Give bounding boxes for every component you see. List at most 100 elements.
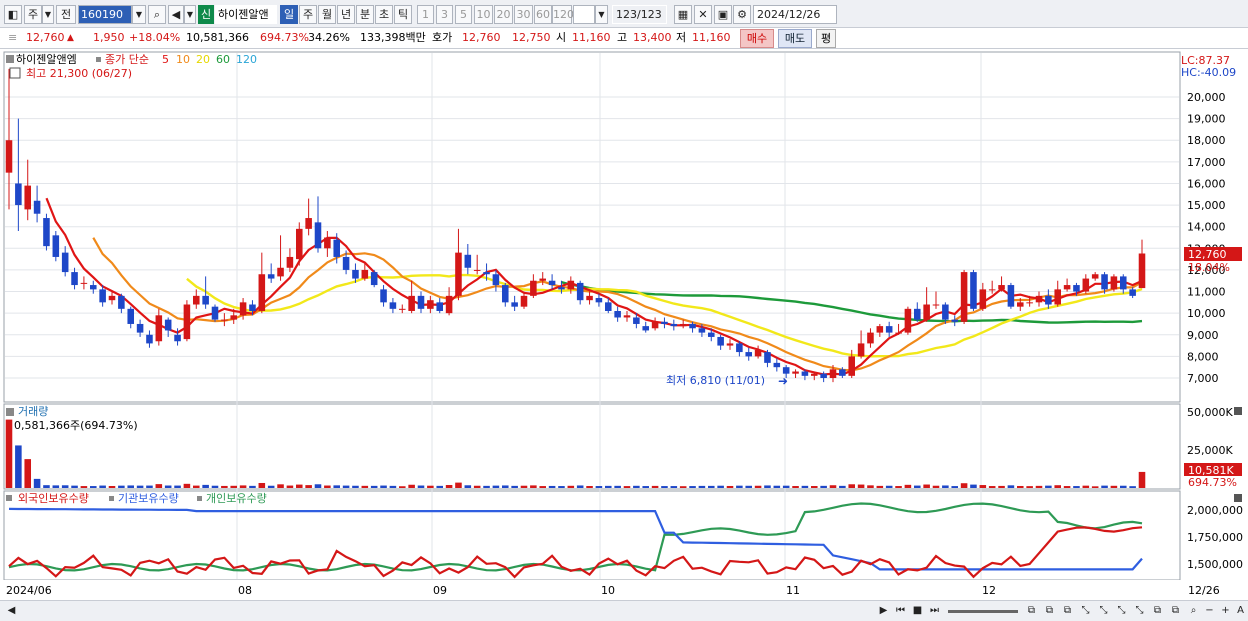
buy-button[interactable]: 매수	[740, 29, 774, 48]
fast-forward-icon[interactable]: ⏭	[927, 603, 942, 619]
tool-icon-8[interactable]: ⧉	[1150, 603, 1165, 619]
stop-icon[interactable]: ■	[910, 603, 925, 619]
crosshair-icon[interactable]: ✕	[694, 5, 712, 24]
candle-body	[717, 336, 724, 346]
holding-close-icon[interactable]	[1234, 494, 1242, 502]
code-dropdown-icon[interactable]: ▼	[132, 5, 146, 24]
plus-icon[interactable]: +	[1218, 603, 1233, 619]
panel-menu-icon[interactable]	[6, 55, 14, 63]
search-icon[interactable]: ⌕	[148, 5, 166, 24]
volume-bar	[314, 484, 322, 488]
candle-body	[127, 308, 135, 324]
tool-icon-2[interactable]: ⧉	[1042, 603, 1057, 619]
interval-1[interactable]: 1	[417, 5, 434, 24]
volume-bar	[230, 485, 238, 488]
legend-institution: 기관보유수량	[118, 492, 179, 505]
tool-icon-5[interactable]: ⤡	[1096, 603, 1111, 619]
layout-icon[interactable]: ◧	[4, 5, 22, 24]
volume-bar	[801, 485, 809, 488]
candle-body	[211, 306, 219, 320]
minus-icon[interactable]: −	[1202, 603, 1217, 619]
stock-code-input[interactable]: 160190	[78, 5, 132, 24]
date-input[interactable]: 2024/12/26	[753, 5, 837, 24]
tool-icon-9[interactable]: ⧉	[1168, 603, 1183, 619]
volume-bar	[745, 485, 753, 488]
candle-body	[530, 280, 537, 296]
period-day-tab[interactable]: 일	[280, 5, 298, 24]
legend-ma120: 120	[236, 53, 257, 66]
scope-select[interactable]: 전	[56, 5, 76, 24]
zoom-in-icon[interactable]: ⌕	[1186, 603, 1201, 619]
candle-body	[1054, 289, 1062, 305]
candle-body	[829, 369, 837, 378]
interval-60[interactable]: 60	[534, 5, 552, 24]
candle-body	[1110, 276, 1118, 290]
candle-body	[998, 285, 1005, 290]
font-icon[interactable]: A	[1233, 603, 1248, 619]
tool-icon-6[interactable]: ⤡	[1114, 603, 1129, 619]
candle-count[interactable]: 123/123	[612, 5, 667, 24]
holding-tick-1750000: 1,750,000	[1187, 531, 1243, 544]
tool-icon-1[interactable]: ⧉	[1024, 603, 1039, 619]
stock-chart[interactable]: 20,000 19,000 18,000 17,000 16,000 15,000 14,0…	[0, 50, 1248, 600]
calendar-icon[interactable]	[9, 67, 21, 79]
speaker-icon[interactable]: ◀	[168, 5, 184, 24]
interval-30[interactable]: 30	[514, 5, 533, 24]
volume-close-icon[interactable]	[1234, 407, 1242, 415]
volume-menu-icon[interactable]	[6, 408, 14, 416]
volume-bar	[1063, 486, 1071, 488]
period-second-tab[interactable]: 초	[375, 5, 393, 24]
candle-body	[801, 371, 809, 376]
current-volume-pct: 694.73%	[1188, 476, 1237, 489]
candle-body	[679, 323, 687, 327]
volume-bar	[221, 485, 228, 488]
interval-120[interactable]: 120	[552, 5, 574, 24]
candle-body	[118, 295, 125, 309]
candle-body	[857, 343, 865, 357]
tool-icon-7[interactable]: ⤡	[1132, 603, 1147, 619]
candle-body	[1007, 285, 1015, 307]
gear-icon[interactable]: ⚙	[733, 5, 751, 24]
legend-bullet-icon	[109, 496, 114, 501]
volume-bar	[895, 486, 902, 488]
save-icon[interactable]: ▣	[714, 5, 732, 24]
tool-icon-3[interactable]: ⧉	[1060, 603, 1075, 619]
period-minute-tab[interactable]: 분	[356, 5, 374, 24]
market-select[interactable]: 주	[24, 5, 42, 24]
interval-20[interactable]: 20	[494, 5, 513, 24]
scroll-right-icon[interactable]: ▶	[876, 603, 891, 619]
zoom-slider[interactable]	[948, 610, 1018, 613]
grid-icon[interactable]: ▦	[674, 5, 692, 24]
holding-menu-icon[interactable]	[6, 495, 12, 501]
speaker-dropdown-icon[interactable]: ▼	[184, 5, 196, 24]
period-week-tab[interactable]: 주	[299, 5, 317, 24]
interval-10[interactable]: 10	[474, 5, 493, 24]
market-dropdown-icon[interactable]: ▼	[42, 5, 54, 24]
period-tick-tab[interactable]: 틱	[394, 5, 412, 24]
candle-body	[848, 356, 856, 376]
candle-body	[876, 326, 884, 333]
custom-interval-input[interactable]	[573, 5, 595, 24]
volume-bar	[118, 485, 125, 488]
scroll-left-icon[interactable]: ◀	[4, 603, 19, 619]
rewind-icon[interactable]: ⏮	[893, 603, 908, 619]
interval-5[interactable]: 5	[455, 5, 472, 24]
average-button[interactable]: 평	[816, 29, 836, 48]
x-tick-label: 12	[982, 584, 996, 597]
interval-dropdown-icon[interactable]: ▼	[595, 5, 608, 24]
period-year-tab[interactable]: 년	[337, 5, 355, 24]
top-toolbar: ◧ 주 ▼ 전 160190 ▼ ⌕ ◀ ▼ 신 하이젠알앤 일 주 월 년 분…	[0, 0, 1248, 28]
sell-button[interactable]: 매도	[778, 29, 812, 48]
volume-bar	[923, 484, 930, 488]
candle-body	[483, 272, 490, 275]
volume-bar	[942, 485, 949, 488]
candle-body	[89, 285, 97, 290]
interval-3[interactable]: 3	[436, 5, 453, 24]
legend-ma60: 60	[216, 53, 230, 66]
tool-icon-4[interactable]: ⤡	[1078, 603, 1093, 619]
volume-bar	[885, 485, 893, 488]
candle-body	[1073, 285, 1080, 292]
period-month-tab[interactable]: 월	[318, 5, 336, 24]
price-tick-label: 11,000	[1187, 286, 1226, 299]
volume-bar	[642, 486, 650, 488]
